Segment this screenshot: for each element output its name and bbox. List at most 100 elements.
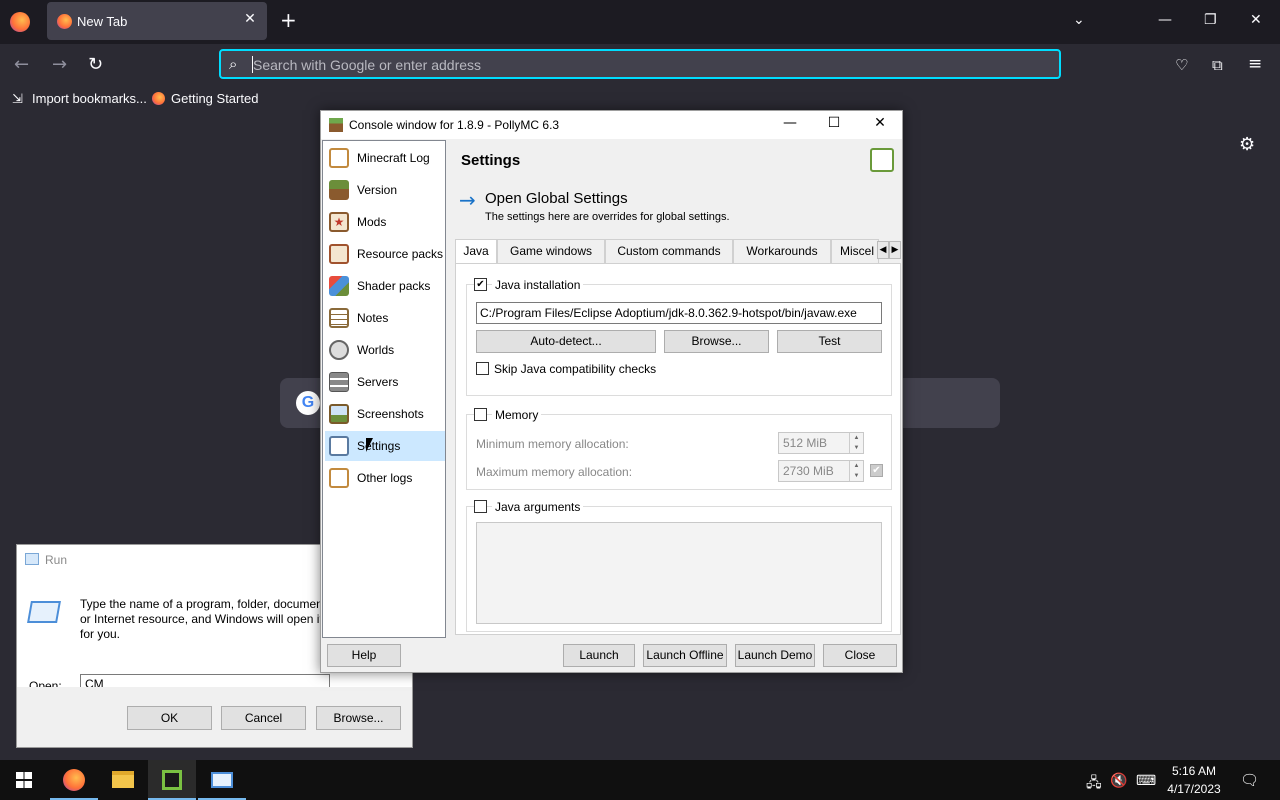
min-memory-stepper[interactable]: 512 MiB ▲ ▼	[778, 432, 864, 454]
grass-block-icon	[329, 180, 349, 200]
java-installation-label: Java installation	[492, 278, 584, 292]
close-button[interactable]: Close	[823, 644, 897, 667]
pollymc-maximize-icon[interactable]: ☐	[822, 115, 846, 131]
auto-detect-button[interactable]: Auto-detect...	[476, 330, 656, 353]
help-button[interactable]: Help	[327, 644, 401, 667]
java-path-input[interactable]: C:/Program Files/Eclipse Adoptium/jdk-8.…	[476, 302, 882, 324]
sidebar-item-other-logs[interactable]: Other logs	[325, 463, 445, 493]
sidebar-item-mods[interactable]: ★ Mods	[325, 207, 445, 237]
test-java-button[interactable]: Test	[777, 330, 882, 353]
tab-scroll-right-icon[interactable]: ▶	[889, 241, 901, 259]
browse-java-button[interactable]: Browse...	[664, 330, 769, 353]
settings-tabs: Java Game windows Custom commands Workar…	[455, 239, 903, 264]
tab-custom-commands[interactable]: Custom commands	[605, 239, 733, 263]
sidebar-item-worlds[interactable]: Worlds	[325, 335, 445, 365]
memory-label: Memory	[492, 408, 542, 422]
sidebar-item-label: Settings	[357, 439, 401, 453]
taskbar-run[interactable]	[198, 760, 246, 800]
run-cancel-button[interactable]: Cancel	[221, 706, 306, 730]
pollymc-window: Console window for 1.8.9 - PollyMC 6.3 —…	[320, 110, 903, 673]
stepper-arrows-icon[interactable]: ▲ ▼	[849, 433, 863, 453]
keyboard-icon[interactable]: ⌨	[1136, 772, 1156, 789]
list-all-tabs-button[interactable]: ⌄	[1073, 12, 1085, 28]
tab-close-icon[interactable]: ✕	[241, 11, 259, 27]
launch-offline-button[interactable]: Launch Offline	[643, 644, 727, 667]
notifications-icon[interactable]: 🗨	[1240, 771, 1259, 789]
browser-tab-bar: New Tab ✕ + ⌄ — ❐ ✕	[0, 0, 1280, 44]
run-browse-button[interactable]: Browse...	[316, 706, 401, 730]
run-taskbar-icon	[211, 772, 233, 788]
taskbar-pollymc[interactable]	[148, 760, 196, 800]
taskbar-firefox[interactable]	[50, 760, 98, 800]
clock-date[interactable]: 4/17/2023	[1166, 782, 1222, 796]
bookmark-getting-started[interactable]: Getting Started	[171, 91, 258, 106]
memory-check-icon: ✔	[870, 464, 883, 477]
taskbar: 🖧 🔇 ⌨ 5:16 AM 4/17/2023 🗨	[0, 760, 1280, 800]
bookmark-import[interactable]: Import bookmarks...	[32, 91, 147, 106]
address-placeholder: Search with Google or enter address	[253, 57, 482, 73]
browser-tab[interactable]: New Tab ✕	[47, 2, 267, 40]
tab-scroll-left-icon[interactable]: ◀	[877, 241, 889, 259]
sidebar-item-label: Mods	[357, 215, 387, 229]
run-ok-button[interactable]: OK	[127, 706, 212, 730]
restore-icon[interactable]: ❐	[1204, 12, 1217, 28]
sidebar-item-label: Notes	[357, 311, 389, 325]
network-icon[interactable]: 🖧	[1086, 772, 1102, 796]
forward-icon[interactable]: →	[52, 54, 67, 75]
back-icon[interactable]: ←	[14, 54, 29, 75]
sidebar-item-minecraft-log[interactable]: Minecraft Log	[325, 143, 445, 173]
run-title: Run	[45, 553, 68, 567]
sidebar-item-resource-packs[interactable]: Resource packs	[325, 239, 445, 269]
sidebar-item-label: Screenshots	[357, 407, 424, 421]
pollymc-close-icon[interactable]: ✕	[868, 115, 892, 131]
notes-icon	[329, 308, 349, 328]
sidebar-item-screenshots[interactable]: Screenshots	[325, 399, 445, 429]
sidebar-item-servers[interactable]: Servers	[325, 367, 445, 397]
image-icon	[329, 404, 349, 424]
sidebar-item-notes[interactable]: Notes	[325, 303, 445, 333]
pollymc-minimize-icon[interactable]: —	[778, 115, 802, 131]
launch-button[interactable]: Launch	[563, 644, 635, 667]
max-memory-label: Maximum memory allocation:	[476, 465, 633, 479]
firefox-bookmark-icon	[152, 92, 165, 105]
run-footer: OK Cancel Browse...	[17, 687, 412, 747]
folder-icon	[112, 771, 134, 788]
tab-workarounds[interactable]: Workarounds	[733, 239, 831, 263]
tab-game-windows[interactable]: Game windows	[497, 239, 605, 263]
stepper-arrows-icon[interactable]: ▲ ▼	[849, 461, 863, 481]
pollymc-title: Console window for 1.8.9 - PollyMC 6.3	[349, 118, 560, 132]
sidebar-item-label: Shader packs	[357, 279, 431, 293]
skip-compat-label: Skip Java compatibility checks	[494, 362, 657, 376]
open-global-settings-link[interactable]: Open Global Settings	[485, 190, 628, 207]
close-icon[interactable]: ✕	[1250, 12, 1262, 28]
pocket-icon[interactable]: ♡	[1175, 56, 1188, 74]
new-tab-button[interactable]: +	[280, 10, 297, 30]
launch-demo-button[interactable]: Launch Demo	[735, 644, 815, 667]
java-arguments-checkbox[interactable]	[474, 500, 487, 513]
sidebar-item-shader-packs[interactable]: Shader packs	[325, 271, 445, 301]
memory-checkbox[interactable]	[474, 408, 487, 421]
address-bar[interactable]: ⌕ Search with Google or enter address	[219, 49, 1061, 79]
taskbar-file-explorer[interactable]	[99, 760, 147, 800]
arrow-right-icon[interactable]: →	[459, 188, 476, 212]
max-memory-stepper[interactable]: 2730 MiB ▲ ▼	[778, 460, 864, 482]
app-menu-icon[interactable]: ≡	[1248, 54, 1262, 74]
pollymc-app-icon	[329, 118, 343, 132]
search-icon: ⌕	[229, 55, 238, 73]
tab-java[interactable]: Java	[455, 239, 497, 264]
skip-compat-checkbox[interactable]	[476, 362, 489, 375]
minimize-icon[interactable]: —	[1158, 12, 1172, 28]
java-arguments-textarea[interactable]	[476, 522, 882, 624]
sidebar-item-version[interactable]: Version	[325, 175, 445, 205]
extensions-icon[interactable]: ⧉	[1212, 56, 1223, 74]
book-icon	[329, 148, 349, 168]
volume-muted-icon[interactable]: 🔇	[1110, 772, 1127, 789]
clock-time[interactable]: 5:16 AM	[1166, 764, 1222, 778]
start-button[interactable]	[0, 760, 48, 800]
firefox-menu-icon[interactable]	[10, 12, 30, 32]
tab-miscellaneous[interactable]: Miscel	[831, 239, 879, 263]
sidebar-item-settings[interactable]: Settings	[325, 431, 445, 461]
newtab-settings-icon[interactable]: ⚙	[1239, 134, 1255, 155]
reload-icon[interactable]: ↻	[88, 54, 103, 75]
java-installation-checkbox[interactable]: ✔	[474, 278, 487, 291]
